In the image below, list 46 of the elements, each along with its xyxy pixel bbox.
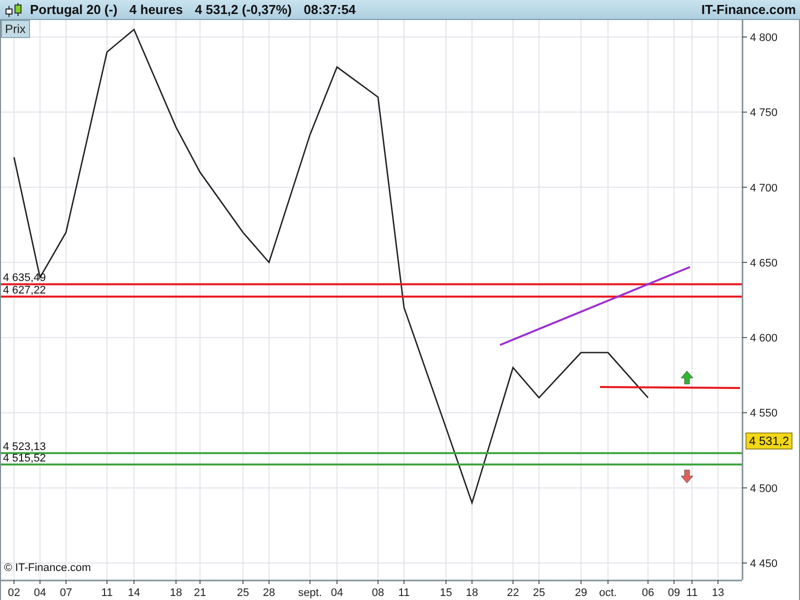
x-axis-label: 02 — [8, 587, 20, 599]
x-axis-label: 11 — [686, 587, 698, 599]
down-arrow-icon — [680, 470, 694, 484]
y-axis-label: 4 700 — [750, 182, 778, 194]
y-axis-label: 4 550 — [750, 408, 778, 420]
y-axis-label: 4 800 — [750, 32, 778, 44]
x-axis-label: sept. — [298, 587, 322, 599]
y-axis-label: 4 450 — [750, 558, 778, 570]
x-axis-label: 29 — [574, 587, 588, 599]
x-axis-label: 21 — [194, 587, 206, 599]
x-axis-label: 09 — [668, 587, 680, 599]
candlestick-icon — [4, 2, 24, 18]
y-axis-label: 4 750 — [750, 107, 778, 120]
level-label: 4 515,52 — [3, 452, 46, 465]
quote-label: 4 531,2 (-0,37%) — [194, 2, 292, 17]
period-label: 4 heures — [129, 2, 183, 17]
x-axis-label: 07 — [60, 587, 72, 599]
y-axis-label: 4 500 — [750, 482, 778, 495]
x-axis-label: 04 — [330, 587, 344, 599]
axis-label: Prix — [1, 20, 30, 38]
x-axis-label: 15 — [440, 587, 452, 599]
level-label: 4 635,49 — [3, 272, 46, 284]
brand-label: IT-Finance.com — [701, 2, 796, 17]
x-axis-label: 11 — [398, 587, 410, 599]
x-axis-label: 18 — [466, 587, 478, 599]
x-axis-label: 25 — [236, 587, 250, 599]
x-axis-label: 22 — [506, 587, 520, 599]
x-axis-label: 11 — [101, 587, 113, 599]
x-axis-label: 25 — [532, 587, 546, 599]
x-axis-label: 13 — [712, 587, 724, 599]
time-label: 08:37:54 — [304, 2, 356, 17]
instrument-name: Portugal 20 (-) — [30, 2, 118, 17]
x-axis-label: oct. — [599, 587, 617, 599]
y-axis-label: 4 650 — [750, 257, 778, 270]
level-label: 4 627,22 — [3, 284, 46, 297]
level-label: 4 523,13 — [3, 441, 46, 454]
up-arrow-icon — [680, 370, 694, 384]
x-axis-label: 08 — [372, 587, 384, 599]
x-axis-label: 18 — [170, 587, 182, 599]
x-axis-label: 28 — [262, 587, 276, 599]
copyright-label: © IT-Finance.com — [4, 562, 91, 574]
x-axis-label: 04 — [34, 587, 46, 599]
y-axis-label: 4 600 — [750, 332, 778, 345]
x-axis-label: 06 — [642, 587, 654, 599]
current-price-tag: 4 531,2 — [746, 432, 792, 450]
x-axis-label: 14 — [128, 587, 140, 599]
